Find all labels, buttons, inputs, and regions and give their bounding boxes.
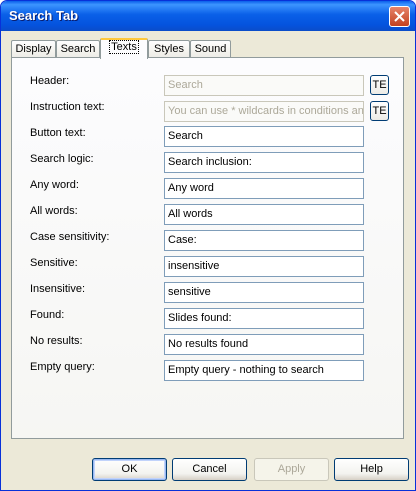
case-sensitivity-label: Case sensitivity: (30, 231, 110, 243)
cancel-button[interactable]: Cancel (172, 458, 247, 481)
window-title: Search Tab (9, 8, 79, 23)
tab-texts[interactable]: Texts (100, 38, 148, 59)
header-te-button[interactable]: TE (370, 75, 389, 95)
insensitive-label: Insensitive: (30, 283, 86, 295)
dialog-client: Display Search Texts Styles Sound Header… (4, 31, 412, 488)
texts-panel: Header: Search TE Instruction text: You … (11, 57, 404, 439)
no-results-field[interactable]: No results found (164, 334, 364, 355)
tab-styles[interactable]: Styles (148, 40, 190, 58)
header-field[interactable]: Search (164, 75, 364, 96)
apply-button[interactable]: Apply (254, 458, 329, 481)
any-word-field[interactable]: Any word (164, 178, 364, 199)
tab-label: Search (60, 43, 96, 55)
sensitive-field[interactable]: insensitive (164, 256, 364, 277)
case-sensitivity-field[interactable]: Case: (164, 230, 364, 251)
no-results-label: No results: (30, 335, 83, 347)
tab-label: Display (15, 43, 52, 55)
sensitive-label: Sensitive: (30, 257, 78, 269)
tab-label: Sound (194, 43, 227, 55)
any-word-label: Any word: (30, 179, 79, 191)
search-logic-label: Search logic: (30, 153, 94, 165)
close-button[interactable] (389, 6, 410, 27)
help-button[interactable]: Help (334, 458, 409, 481)
empty-query-label: Empty query: (30, 361, 95, 373)
found-field[interactable]: Slides found: (164, 308, 364, 329)
tab-display[interactable]: Display (11, 40, 56, 58)
dialog-window: Search Tab Display Search Texts Styles S… (0, 0, 416, 491)
tab-label: Texts (109, 40, 139, 54)
instruction-text-te-button[interactable]: TE (370, 101, 389, 121)
instruction-text-label: Instruction text: (30, 101, 105, 113)
search-logic-field[interactable]: Search inclusion: (164, 152, 364, 173)
button-text-label: Button text: (30, 127, 86, 139)
tab-label: Styles (154, 43, 184, 55)
header-label: Header: (30, 75, 70, 87)
all-words-label: All words: (30, 205, 78, 217)
insensitive-field[interactable]: sensitive (164, 282, 364, 303)
title-bar[interactable]: Search Tab (1, 1, 415, 31)
tab-search[interactable]: Search (56, 40, 100, 58)
found-label: Found: (30, 309, 65, 321)
instruction-text-field[interactable]: You can use * wildcards in conditions an (164, 101, 364, 122)
empty-query-field[interactable]: Empty query - nothing to search (164, 360, 364, 381)
ok-button[interactable]: OK (92, 458, 167, 481)
all-words-field[interactable]: All words (164, 204, 364, 225)
close-icon (394, 11, 405, 22)
tab-sound[interactable]: Sound (190, 40, 231, 58)
button-text-field[interactable]: Search (164, 126, 364, 147)
